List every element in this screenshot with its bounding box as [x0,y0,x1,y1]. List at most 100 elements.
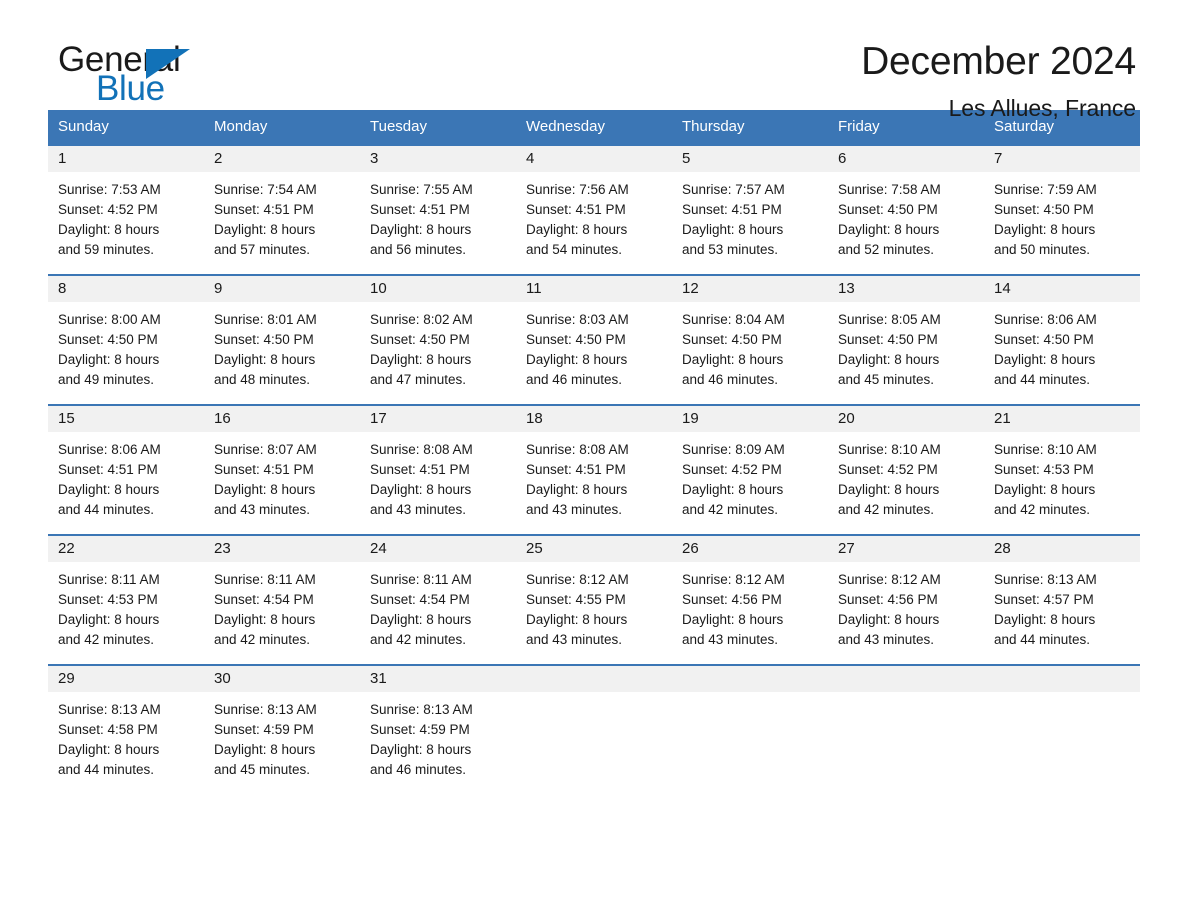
sunset-text: Sunset: 4:50 PM [58,332,158,347]
day-number [828,666,984,692]
sunset-text: Sunset: 4:56 PM [838,592,938,607]
daylight-text-line1: Daylight: 8 hours [58,352,160,367]
daylight-text-line2: and 48 minutes. [214,372,311,387]
day-details: Sunrise: 8:00 AM Sunset: 4:50 PM Daylight:… [48,302,204,404]
daylight-text-line1: Daylight: 8 hours [370,222,472,237]
day-cell[interactable]: 1 Sunrise: 7:53 AM Sunset: 4:52 PM Daylight… [48,144,204,275]
day-cell[interactable]: 14 Sunrise: 8:06 AM Sunset: 4:50 PM Dayligh… [984,274,1140,405]
day-number: 20 [828,406,984,432]
day-details [516,692,672,794]
sunset-text: Sunset: 4:51 PM [682,202,782,217]
day-cell[interactable]: 21 Sunrise: 8:10 AM Sunset: 4:53 PM Dayligh… [984,404,1140,535]
day-number: 9 [204,276,360,302]
sunrise-text: Sunrise: 8:08 AM [526,442,629,457]
day-cell[interactable]: 27 Sunrise: 8:12 AM Sunset: 4:56 PM Dayligh… [828,534,984,665]
day-cell[interactable]: 19 Sunrise: 8:09 AM Sunset: 4:52 PM Dayligh… [672,404,828,535]
daylight-text-line1: Daylight: 8 hours [214,352,316,367]
sunset-text: Sunset: 4:51 PM [58,462,158,477]
day-number: 7 [984,146,1140,172]
sunset-text: Sunset: 4:54 PM [370,592,470,607]
daylight-text-line1: Daylight: 8 hours [370,352,472,367]
day-number: 15 [48,406,204,432]
day-cell[interactable]: 29 Sunrise: 8:13 AM Sunset: 4:58 PM Dayligh… [48,664,204,794]
day-details: Sunrise: 8:12 AM Sunset: 4:56 PM Daylight:… [828,562,984,664]
logo-triangle-icon [146,49,190,79]
day-cell[interactable]: 18 Sunrise: 8:08 AM Sunset: 4:51 PM Dayligh… [516,404,672,535]
sunrise-text: Sunrise: 8:12 AM [526,572,629,587]
sunrise-text: Sunrise: 8:13 AM [994,572,1097,587]
sunrise-sunset-calendar: Sunday Monday Tuesday Wednesday Thursday… [48,110,1140,794]
sunrise-text: Sunrise: 8:11 AM [214,572,316,587]
day-cell[interactable]: 25 Sunrise: 8:12 AM Sunset: 4:55 PM Dayligh… [516,534,672,665]
week-row: 1 Sunrise: 7:53 AM Sunset: 4:52 PM Daylight… [48,144,1140,275]
day-cell[interactable]: 2 Sunrise: 7:54 AM Sunset: 4:51 PM Daylight… [204,144,360,275]
day-details: Sunrise: 8:11 AM Sunset: 4:53 PM Daylight:… [48,562,204,664]
daylight-text-line1: Daylight: 8 hours [214,222,316,237]
day-cell[interactable]: 23 Sunrise: 8:11 AM Sunset: 4:54 PM Dayligh… [204,534,360,665]
day-cell-empty [516,664,672,794]
daylight-text-line1: Daylight: 8 hours [526,612,628,627]
daylight-text-line1: Daylight: 8 hours [682,222,784,237]
sunrise-text: Sunrise: 8:07 AM [214,442,317,457]
day-cell[interactable]: 13 Sunrise: 8:05 AM Sunset: 4:50 PM Dayligh… [828,274,984,405]
day-details: Sunrise: 8:02 AM Sunset: 4:50 PM Daylight:… [360,302,516,404]
sunset-text: Sunset: 4:52 PM [838,462,938,477]
daylight-text-line2: and 46 minutes. [526,372,623,387]
daylight-text-line1: Daylight: 8 hours [682,612,784,627]
day-cell[interactable]: 5 Sunrise: 7:57 AM Sunset: 4:51 PM Daylight… [672,144,828,275]
day-cell[interactable]: 26 Sunrise: 8:12 AM Sunset: 4:56 PM Dayligh… [672,534,828,665]
day-number: 4 [516,146,672,172]
sunset-text: Sunset: 4:50 PM [838,202,938,217]
day-cell[interactable]: 6 Sunrise: 7:58 AM Sunset: 4:50 PM Daylight… [828,144,984,275]
day-cell[interactable]: 22 Sunrise: 8:11 AM Sunset: 4:53 PM Dayligh… [48,534,204,665]
day-cell[interactable]: 4 Sunrise: 7:56 AM Sunset: 4:51 PM Daylight… [516,144,672,275]
daylight-text-line1: Daylight: 8 hours [682,482,784,497]
day-number: 21 [984,406,1140,432]
day-cell[interactable]: 8 Sunrise: 8:00 AM Sunset: 4:50 PM Daylight… [48,274,204,405]
daylight-text-line1: Daylight: 8 hours [58,222,160,237]
sunset-text: Sunset: 4:52 PM [58,202,158,217]
daylight-text-line1: Daylight: 8 hours [58,742,160,757]
day-number [516,666,672,692]
day-cell[interactable]: 31 Sunrise: 8:13 AM Sunset: 4:59 PM Dayligh… [360,664,516,794]
sunset-text: Sunset: 4:54 PM [214,592,314,607]
day-cell[interactable]: 9 Sunrise: 8:01 AM Sunset: 4:50 PM Daylight… [204,274,360,405]
day-cell[interactable]: 28 Sunrise: 8:13 AM Sunset: 4:57 PM Dayligh… [984,534,1140,665]
day-cell[interactable]: 3 Sunrise: 7:55 AM Sunset: 4:51 PM Daylight… [360,144,516,275]
sunrise-text: Sunrise: 8:12 AM [838,572,941,587]
day-cell-empty [672,664,828,794]
day-details: Sunrise: 8:05 AM Sunset: 4:50 PM Daylight:… [828,302,984,404]
day-cell[interactable]: 24 Sunrise: 8:11 AM Sunset: 4:54 PM Dayligh… [360,534,516,665]
day-cell[interactable]: 10 Sunrise: 8:02 AM Sunset: 4:50 PM Dayligh… [360,274,516,405]
day-number: 29 [48,666,204,692]
sunset-text: Sunset: 4:56 PM [682,592,782,607]
sunset-text: Sunset: 4:51 PM [526,202,626,217]
day-cell[interactable]: 7 Sunrise: 7:59 AM Sunset: 4:50 PM Daylight… [984,144,1140,275]
day-number: 18 [516,406,672,432]
day-cell[interactable]: 11 Sunrise: 8:03 AM Sunset: 4:50 PM Dayligh… [516,274,672,405]
daylight-text-line2: and 43 minutes. [526,502,623,517]
sunrise-text: Sunrise: 7:53 AM [58,182,161,197]
day-cell[interactable]: 16 Sunrise: 8:07 AM Sunset: 4:51 PM Dayligh… [204,404,360,535]
day-cell[interactable]: 17 Sunrise: 8:08 AM Sunset: 4:51 PM Dayligh… [360,404,516,535]
day-cell[interactable]: 20 Sunrise: 8:10 AM Sunset: 4:52 PM Dayligh… [828,404,984,535]
sunset-text: Sunset: 4:52 PM [682,462,782,477]
sunset-text: Sunset: 4:59 PM [370,722,470,737]
daylight-text-line2: and 45 minutes. [214,762,311,777]
sunset-text: Sunset: 4:50 PM [682,332,782,347]
week-row: 8 Sunrise: 8:00 AM Sunset: 4:50 PM Daylight… [48,274,1140,405]
day-cell[interactable]: 30 Sunrise: 8:13 AM Sunset: 4:59 PM Dayligh… [204,664,360,794]
daylight-text-line2: and 56 minutes. [370,242,467,257]
sunset-text: Sunset: 4:50 PM [370,332,470,347]
daylight-text-line2: and 44 minutes. [994,632,1091,647]
day-number: 8 [48,276,204,302]
sunset-text: Sunset: 4:50 PM [526,332,626,347]
calendar-body: 1 Sunrise: 7:53 AM Sunset: 4:52 PM Daylight… [48,144,1140,794]
daylight-text-line1: Daylight: 8 hours [526,222,628,237]
general-blue-logo[interactable]: General Blue [48,42,208,112]
daylight-text-line2: and 44 minutes. [994,372,1091,387]
sunrise-text: Sunrise: 8:11 AM [370,572,472,587]
day-details: Sunrise: 8:13 AM Sunset: 4:58 PM Daylight:… [48,692,204,794]
day-cell[interactable]: 15 Sunrise: 8:06 AM Sunset: 4:51 PM Dayligh… [48,404,204,535]
day-cell[interactable]: 12 Sunrise: 8:04 AM Sunset: 4:50 PM Dayligh… [672,274,828,405]
